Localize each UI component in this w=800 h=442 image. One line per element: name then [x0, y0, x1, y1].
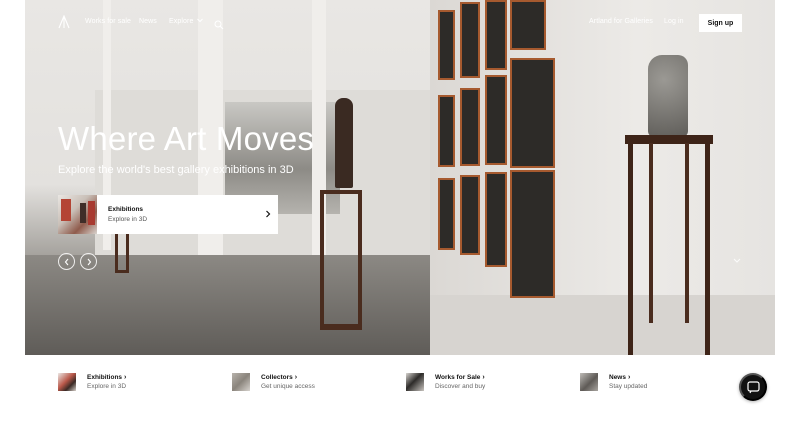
chevron-right-icon	[87, 258, 91, 265]
card-text: Exhibitions Explore in 3D	[108, 206, 258, 223]
search-icon[interactable]	[214, 17, 224, 30]
pedestal-top	[625, 135, 713, 144]
exhibitions-card[interactable]: Exhibitions Explore in 3D	[58, 195, 278, 234]
artwork-frame	[485, 75, 507, 165]
feature-works-for-sale[interactable]: Works for Sale › Discover and buy	[406, 372, 485, 392]
top-navigation: Works for sale News Explore Artland for …	[25, 0, 775, 44]
nav-link-news[interactable]: News	[139, 18, 157, 25]
feature-news[interactable]: News › Stay updated	[580, 372, 647, 392]
chevron-right-icon: ›	[482, 374, 485, 381]
artwork-frame	[438, 95, 455, 167]
feature-caption: Stay updated	[609, 383, 648, 390]
chevron-right-icon: ›	[124, 374, 127, 381]
feature-thumbnail	[406, 373, 424, 391]
hero-banner	[25, 0, 775, 355]
feature-caption: Discover and buy	[435, 383, 486, 390]
carousel-next-button[interactable]	[80, 253, 97, 270]
chevron-right-icon: ›	[627, 374, 631, 381]
nav-link-explore[interactable]: Explore	[169, 18, 204, 25]
nav-link-explore-label: Explore	[169, 18, 194, 25]
pedestal-leg	[649, 143, 653, 323]
sculpture-pedestal	[320, 190, 362, 330]
page: Works for sale News Explore Artland for …	[0, 0, 800, 442]
artwork-frame	[460, 175, 480, 255]
signup-button[interactable]: Sign up	[699, 14, 742, 32]
feature-title: Exhibitions	[87, 374, 123, 381]
chevron-left-icon	[64, 258, 68, 265]
chevron-down-icon[interactable]	[733, 258, 743, 266]
sculpture	[648, 55, 688, 137]
feature-thumbnail	[58, 373, 76, 391]
chat-button[interactable]	[739, 373, 767, 401]
pedestal-leg	[685, 143, 689, 323]
feature-collectors[interactable]: Collectors › Get unique access	[232, 372, 315, 392]
chevron-down-icon	[197, 18, 204, 25]
gallery-wall-base	[430, 295, 775, 355]
chat-icon	[746, 380, 760, 393]
hero-subtitle: Explore the world's best gallery exhibit…	[58, 164, 294, 176]
artwork-frame	[510, 170, 555, 298]
feature-title: Works for Sale	[435, 374, 481, 381]
nav-link-artland-for-galleries[interactable]: Artland for Galleries	[589, 18, 653, 25]
artwork-frame	[485, 172, 507, 267]
feature-text: News › Stay updated	[609, 374, 647, 390]
artwork-frame	[438, 178, 455, 250]
feature-exhibitions[interactable]: Exhibitions › Explore in 3D	[58, 372, 126, 392]
chevron-right-icon	[258, 210, 278, 220]
feature-text: Exhibitions › Explore in 3D	[87, 374, 126, 390]
sculpture	[335, 98, 353, 188]
exhibition-thumbnail	[58, 195, 97, 234]
artwork-frame	[510, 58, 555, 168]
feature-thumbnail	[232, 373, 250, 391]
nav-link-works-for-sale[interactable]: Works for sale	[85, 18, 131, 25]
card-caption: Explore in 3D	[108, 216, 148, 223]
feature-text: Collectors › Get unique access	[261, 374, 315, 390]
carousel-prev-button[interactable]	[58, 253, 75, 270]
feature-caption: Get unique access	[261, 383, 315, 390]
artwork-frame	[460, 88, 480, 166]
feature-caption: Explore in 3D	[87, 383, 127, 390]
artland-logo-icon[interactable]	[57, 14, 71, 29]
feature-text: Works for Sale › Discover and buy	[435, 374, 485, 390]
card-title: Exhibitions	[108, 206, 144, 213]
hero-title: Where Art Moves	[58, 120, 315, 157]
chevron-right-icon: ›	[294, 374, 298, 381]
pedestal-leg	[628, 143, 633, 355]
feature-thumbnail	[580, 373, 598, 391]
feature-title: Collectors	[261, 374, 293, 381]
nav-link-login[interactable]: Log in	[664, 18, 684, 25]
feature-title: News	[609, 374, 626, 381]
pedestal-leg	[705, 143, 710, 355]
